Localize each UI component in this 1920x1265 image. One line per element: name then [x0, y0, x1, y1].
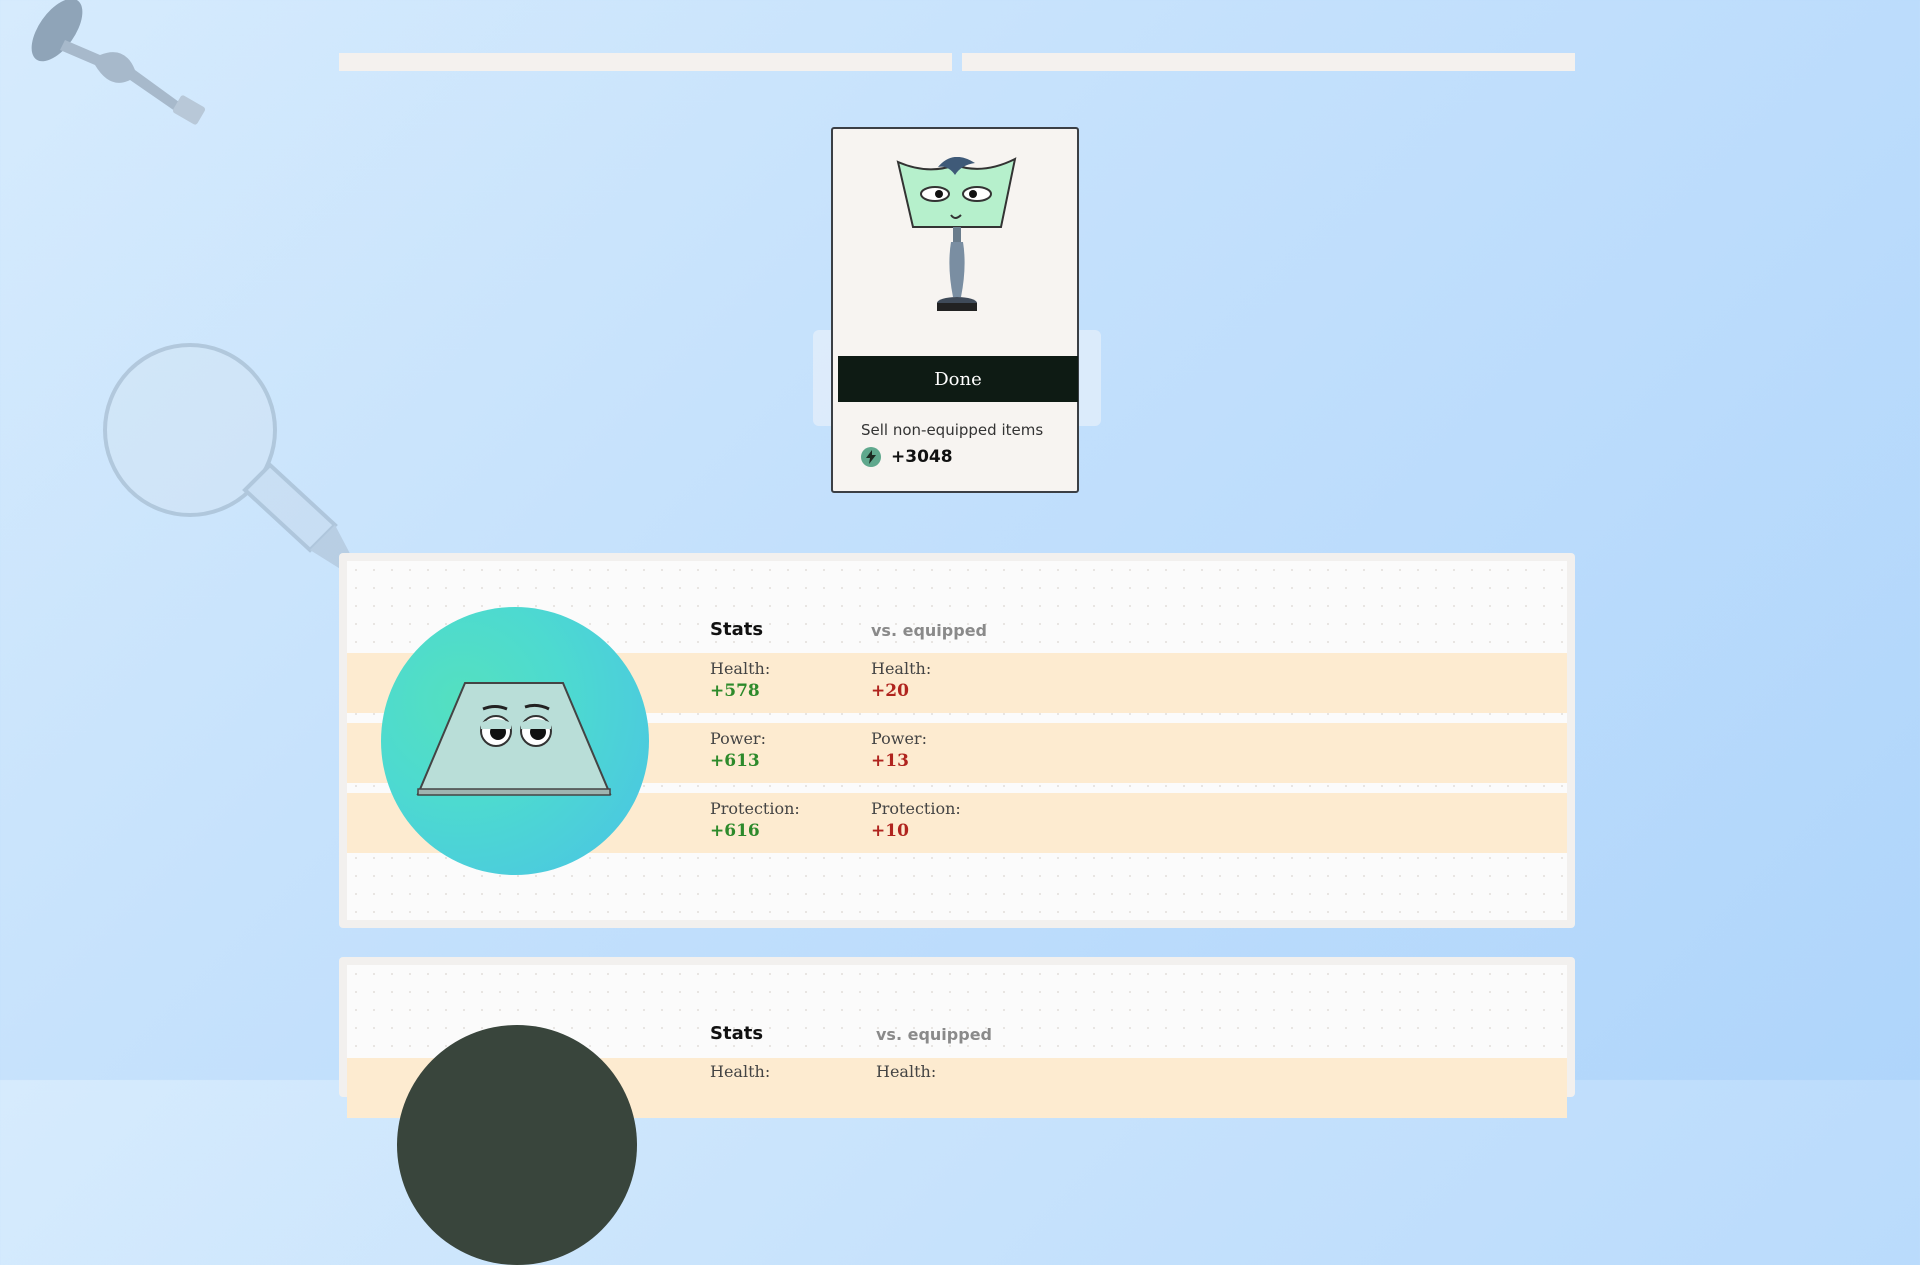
health-compare-value: +20	[871, 681, 909, 701]
protection-value: +616	[710, 821, 760, 841]
health-value: +578	[710, 681, 760, 701]
power-compare-label: Power:	[871, 729, 927, 748]
power-label: Power:	[710, 729, 766, 748]
item-card-inner: Stats vs. equipped Health: Health:	[347, 965, 1567, 1265]
compare-header: vs. equipped	[871, 621, 987, 640]
power-compare-value: +13	[871, 751, 909, 771]
lampshade-character-icon	[416, 682, 612, 796]
compare-header: vs. equipped	[876, 1025, 992, 1044]
lamp-character-icon	[896, 157, 1017, 311]
health-label: Health:	[710, 1062, 771, 1081]
lightning-coin-icon	[861, 447, 881, 467]
health-label: Health:	[710, 659, 771, 678]
item-card-inner: Stats vs. equipped Health: +578 Health: …	[347, 561, 1567, 920]
health-compare-label: Health:	[871, 659, 932, 678]
summary-card: Done Sell non-equipped items +3048	[831, 127, 1079, 493]
item-avatar	[381, 607, 649, 875]
protection-compare-value: +10	[871, 821, 909, 841]
stats-header: Stats	[710, 619, 764, 640]
item-card[interactable]: Stats vs. equipped Health: Health:	[339, 957, 1575, 1265]
protection-label: Protection:	[710, 799, 800, 818]
item-avatar	[397, 1025, 637, 1265]
health-compare-label: Health:	[876, 1062, 937, 1081]
desk-lamp-decoration-icon	[31, 0, 206, 125]
lightbulb-decoration-icon	[103, 343, 357, 575]
sell-amount: +3048	[891, 447, 953, 467]
power-value: +613	[710, 751, 760, 771]
top-tab-right[interactable]	[962, 53, 1575, 71]
done-button[interactable]: Done	[838, 356, 1078, 402]
stats-header: Stats	[710, 1023, 764, 1044]
protection-compare-label: Protection:	[871, 799, 961, 818]
top-tab-left[interactable]	[339, 53, 952, 71]
sell-label: Sell non-equipped items	[861, 421, 1044, 439]
sell-total: +3048	[861, 447, 953, 467]
item-card[interactable]: Stats vs. equipped Health: +578 Health: …	[339, 553, 1575, 928]
